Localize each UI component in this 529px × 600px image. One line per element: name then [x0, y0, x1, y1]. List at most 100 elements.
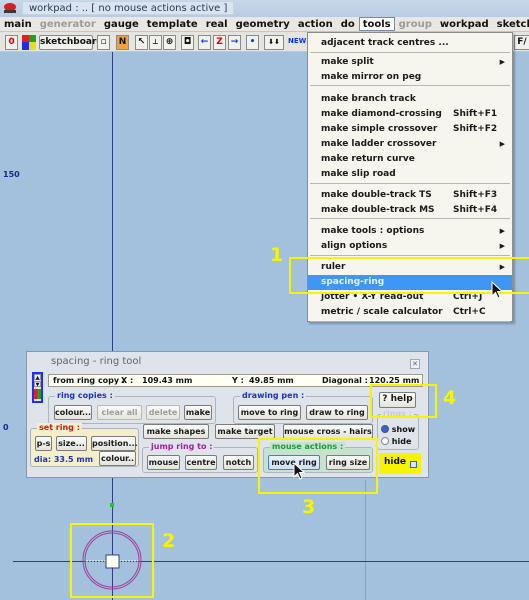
tools-menu-item[interactable]: make branch track — [308, 92, 512, 107]
annotation-box-4 — [370, 384, 437, 418]
tools-menu-item[interactable]: align options ▶ — [308, 239, 512, 254]
menu-generator[interactable]: generator — [36, 17, 100, 31]
pointer-icon[interactable]: ↖ — [135, 35, 148, 50]
menu-group[interactable]: group — [395, 17, 436, 31]
back-arrow-button[interactable]: ← — [198, 35, 211, 50]
set-ring-group: set ring : p-s size... position... dia: … — [30, 423, 139, 467]
frame-tool-icon[interactable]: ▫ — [97, 35, 110, 50]
menu-action[interactable]: action — [294, 17, 337, 31]
jump-notch-button[interactable]: notch — [223, 455, 254, 470]
menu-do[interactable]: do — [337, 17, 359, 31]
make-target-button[interactable]: make target — [215, 424, 275, 439]
app-logo-icon — [4, 3, 16, 13]
menu-geometry[interactable]: geometry — [232, 17, 294, 31]
dot-button[interactable]: • — [246, 35, 259, 50]
menu-item-shortcut: Shift+F3 — [453, 190, 498, 200]
z-button[interactable]: Z — [213, 35, 226, 50]
tools-menu-item[interactable]: make slip road — [308, 167, 512, 182]
window-title: workpad : .. [ no mouse actions active ] — [22, 1, 235, 15]
sketchboard-button[interactable]: sketchboard — [39, 35, 103, 50]
menu-tools[interactable]: tools — [358, 17, 395, 31]
rings-show-radio[interactable]: show — [381, 425, 415, 434]
lock-icon[interactable]: ⊕ — [163, 35, 176, 50]
menu-item-shortcut: Shift+F1 — [453, 109, 498, 119]
tools-menu-item[interactable]: metric / scale calculator Ctrl+C — [308, 305, 512, 320]
f-button[interactable]: F/ — [514, 35, 529, 50]
ring-copies-colour-button[interactable]: colour... — [54, 405, 92, 420]
mouse-cross-hairs-button[interactable]: mouse cross - hairs — [283, 424, 373, 439]
menu-separator — [310, 85, 510, 86]
tools-menu-item[interactable]: adjacent track centres ... — [308, 36, 512, 51]
move-to-ring-button[interactable]: move to ring — [238, 405, 301, 420]
select-frame-icon[interactable]: ◘ — [181, 35, 194, 50]
tools-menu-item[interactable]: make double-track TS Shift+F3 — [308, 188, 512, 203]
tools-menu-item[interactable]: make double-track MS Shift+F4 — [308, 203, 512, 218]
delete-button[interactable]: delete — [146, 405, 180, 420]
menu-template[interactable]: template — [143, 17, 202, 31]
make-shapes-button[interactable]: make shapes — [143, 424, 209, 439]
menu-gauge[interactable]: gauge — [100, 17, 143, 31]
menu-item-label: align options — [321, 241, 388, 251]
menu-item-shortcut: Shift+F4 — [453, 205, 498, 215]
set-ring-colour-button[interactable]: colour.. — [99, 451, 136, 466]
menu-item-label: make split — [321, 57, 374, 67]
colour-palette-icon[interactable] — [22, 35, 36, 50]
size-button[interactable]: size... — [56, 436, 87, 451]
menu-item-label: metric / scale calculator — [321, 307, 443, 317]
n-button[interactable]: N — [116, 35, 129, 50]
tools-menu-item[interactable]: make mirror on peg — [308, 70, 512, 85]
scroll-up-icon[interactable]: ▲ — [34, 374, 41, 381]
menu-item-label: make branch track — [321, 94, 416, 104]
tools-menu-item[interactable]: make tools : options ▶ — [308, 224, 512, 239]
tools-menu-item[interactable]: make split ▶ — [308, 55, 512, 70]
title-bar: workpad : .. [ no mouse actions active ] — [0, 0, 529, 17]
menu-item-label: make mirror on peg — [321, 72, 422, 82]
menu-sketchboard[interactable]: sketchboard — [493, 17, 529, 31]
hide-checkbox[interactable] — [410, 461, 417, 468]
menu-item-label: adjacent track centres ... — [321, 38, 449, 48]
menu-separator — [310, 218, 510, 219]
align-icon[interactable]: ⊥ — [149, 35, 162, 50]
annotation-box-3 — [258, 438, 378, 494]
menu-item-label: make double-track TS — [321, 190, 432, 200]
tools-menu-item[interactable]: make ladder crossover ▶ — [308, 137, 512, 152]
jump-ring-group: jump ring to : mouse centre notch — [142, 442, 258, 473]
jump-mouse-button[interactable]: mouse — [147, 455, 180, 470]
double-down-button[interactable]: ⬇⬇ — [264, 35, 284, 50]
jump-centre-button[interactable]: centre — [185, 455, 217, 470]
annotation-box-2 — [70, 523, 154, 598]
tools-menu-item[interactable]: make return curve — [308, 152, 512, 167]
menu-item-shortcut: Ctrl+C — [453, 307, 486, 317]
scroll-down-icon[interactable]: ▼ — [34, 381, 41, 388]
menu-item-label: make ladder crossover — [321, 139, 437, 149]
forward-arrow-button[interactable]: → — [228, 35, 241, 50]
ps-button[interactable]: p-s — [35, 436, 52, 451]
from-ring-copy-label: from ring copy : — [53, 376, 126, 385]
new-button[interactable]: NEW — [288, 35, 306, 50]
menu-main[interactable]: main — [0, 17, 36, 31]
submenu-arrow-icon: ▶ — [499, 227, 505, 235]
menu-separator — [310, 183, 510, 184]
close-icon[interactable]: ✕ — [410, 359, 420, 369]
radio-unselected-icon — [381, 437, 389, 445]
menu-real[interactable]: real — [202, 17, 232, 31]
rings-group: rings : show hide — [377, 409, 419, 450]
hide-panel-button[interactable]: hide — [379, 453, 421, 474]
scale-label-150: 150 — [3, 170, 20, 179]
position-button[interactable]: position... — [91, 436, 138, 451]
annotation-number-3: 3 — [302, 496, 316, 518]
tools-menu-item[interactable]: make diamond-crossing Shift+F1 — [308, 107, 512, 122]
menu-item-shortcut: Shift+F2 — [453, 124, 498, 134]
menu-workpad[interactable]: workpad — [436, 17, 493, 31]
clear-all-button[interactable]: clear all — [97, 405, 142, 420]
make-button[interactable]: make — [184, 405, 212, 420]
ring-copies-label: ring copies : — [55, 391, 115, 401]
menu-item-label: make return curve — [321, 154, 415, 164]
colour-icon[interactable] — [34, 389, 41, 399]
draw-to-ring-button[interactable]: draw to ring — [306, 405, 368, 420]
zero-button[interactable]: 0 — [5, 35, 18, 50]
submenu-arrow-icon: ▶ — [499, 140, 505, 148]
tools-menu-item[interactable]: make simple crossover Shift+F2 — [308, 122, 512, 137]
mouse-cursor-icon — [491, 281, 504, 299]
rings-hide-radio[interactable]: hide — [381, 437, 411, 446]
